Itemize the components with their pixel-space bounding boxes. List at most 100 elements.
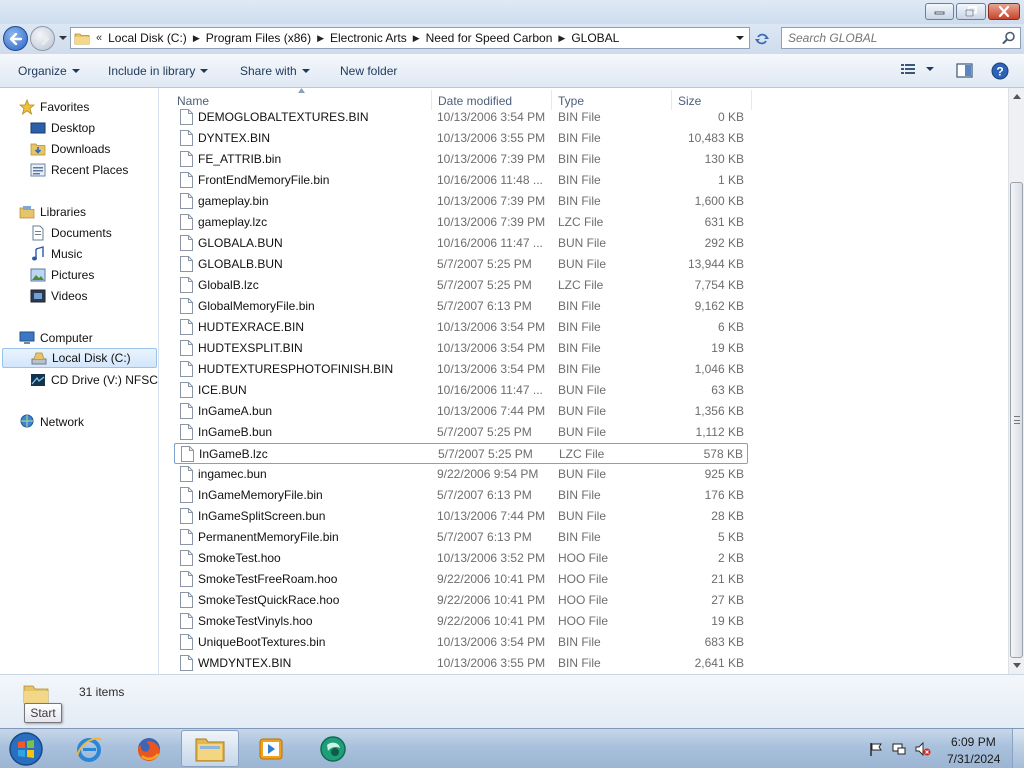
start-button[interactable] [6, 730, 46, 768]
title-bar[interactable] [0, 0, 1024, 24]
file-row[interactable]: GlobalMemoryFile.bin 5/7/2007 6:13 PM BIN … [174, 296, 748, 317]
file-row[interactable]: InGameA.bun 10/13/2006 7:44 PM BUN File 1,3… [174, 401, 748, 422]
nav-favorites[interactable]: Favorites [19, 97, 89, 117]
scrollbar-thumb[interactable] [1010, 182, 1023, 658]
file-row[interactable]: HUDTEXTURESPHOTOFINISH.BIN 10/13/2006 3:5… [174, 359, 748, 380]
volume-muted-icon[interactable] [915, 741, 931, 757]
file-row[interactable]: SmokeTestFreeRoam.hoo 9/22/2006 10:41 PM H… [174, 569, 748, 590]
new-folder-button[interactable]: New folder [340, 64, 397, 78]
app-icon [320, 735, 346, 762]
file-row[interactable]: DEMOGLOBALTEXTURES.BIN 10/13/2006 3:54 PM… [174, 107, 748, 128]
chevron-down-icon[interactable] [926, 67, 934, 71]
column-divider[interactable] [751, 90, 752, 110]
nav-desktop[interactable]: Desktop [30, 118, 95, 138]
nav-recent-places[interactable]: Recent Places [30, 160, 128, 180]
file-date-modified: 10/13/2006 3:55 PM [437, 131, 546, 145]
taskbar-internet-explorer[interactable] [60, 730, 118, 767]
address-history-dropdown-icon[interactable] [733, 31, 747, 45]
file-name: DEMOGLOBALTEXTURES.BIN [198, 110, 369, 124]
column-header-name[interactable]: Name [177, 94, 209, 108]
scroll-up-arrow-icon[interactable] [1013, 94, 1021, 99]
file-row[interactable]: InGameMemoryFile.bin 5/7/2007 6:13 PM BIN … [174, 485, 748, 506]
nav-videos[interactable]: Videos [30, 286, 87, 306]
chevron-right-icon[interactable]: ▶ [413, 33, 420, 44]
file-type: LZC File [559, 447, 605, 461]
breadcrumb-global[interactable]: GLOBAL [565, 31, 625, 45]
preview-pane-button[interactable] [956, 63, 973, 78]
file-row[interactable]: FrontEndMemoryFile.bin 10/16/2006 11:48 .… [174, 170, 748, 191]
file-size: 10,483 KB [687, 131, 744, 145]
vertical-scrollbar[interactable] [1008, 88, 1024, 674]
breadcrumb-electronic-arts[interactable]: Electronic Arts [324, 31, 413, 45]
file-row[interactable]: gameplay.bin 10/13/2006 7:39 PM BIN File 1,… [174, 191, 748, 212]
nav-pictures[interactable]: Pictures [30, 265, 94, 285]
search-input[interactable] [788, 31, 988, 45]
file-icon [180, 214, 193, 230]
show-desktop-button[interactable] [1012, 729, 1024, 768]
scroll-down-arrow-icon[interactable] [1013, 663, 1021, 668]
help-button[interactable]: ? [991, 62, 1009, 80]
file-row[interactable]: InGameB.bun 5/7/2007 5:25 PM BUN File 1,112… [174, 422, 748, 443]
forward-button[interactable] [30, 26, 55, 51]
file-row[interactable]: UniqueBootTextures.bin 10/13/2006 3:54 PM… [174, 632, 748, 653]
column-header-type[interactable]: Type [558, 94, 584, 108]
file-date-modified: 10/13/2006 7:39 PM [437, 194, 546, 208]
file-type: BIN File [558, 530, 601, 544]
file-row[interactable]: InGameB.lzc 5/7/2007 5:25 PM LZC File 578 K… [174, 443, 748, 464]
close-button[interactable] [988, 3, 1020, 20]
nav-cd-drive[interactable]: CD Drive (V:) NFSCA [30, 370, 158, 390]
file-row[interactable]: WMDYNTEX.BIN 10/13/2006 3:55 PM BIN File 2,… [174, 653, 748, 674]
file-row[interactable]: DYNTEX.BIN 10/13/2006 3:55 PM BIN File 10,4… [174, 128, 748, 149]
clock-date[interactable]: 7/31/2024 [947, 752, 1000, 766]
nav-music[interactable]: Music [30, 244, 82, 264]
breadcrumb-program-files[interactable]: Program Files (x86) [200, 31, 317, 45]
file-row[interactable]: HUDTEXRACE.BIN 10/13/2006 3:54 PM BIN File… [174, 317, 748, 338]
file-row[interactable]: HUDTEXSPLIT.BIN 10/13/2006 3:54 PM BIN Fil… [174, 338, 748, 359]
taskbar-media-player[interactable] [242, 730, 300, 767]
search-icon[interactable] [1002, 31, 1016, 45]
nav-libraries[interactable]: Libraries [19, 202, 86, 222]
file-row[interactable]: PermanentMemoryFile.bin 5/7/2007 6:13 PM B… [174, 527, 748, 548]
breadcrumb-nfs-carbon[interactable]: Need for Speed Carbon [420, 31, 559, 45]
back-button[interactable] [3, 26, 28, 51]
breadcrumb-local-disk[interactable]: Local Disk (C:) [102, 31, 193, 45]
column-header-date-modified[interactable]: Date modified [438, 94, 512, 108]
file-row[interactable]: GlobalB.lzc 5/7/2007 5:25 PM LZC File 7,754… [174, 275, 748, 296]
change-view-button[interactable] [900, 62, 934, 76]
minimize-button[interactable] [925, 3, 954, 20]
file-row[interactable]: ICE.BUN 10/16/2006 11:47 ... BUN File 63 KB [174, 380, 748, 401]
address-bar[interactable]: « Local Disk (C:) ▶ Program Files (x86) … [70, 27, 750, 49]
file-row[interactable]: SmokeTestQuickRace.hoo 9/22/2006 10:41 PM… [174, 590, 748, 611]
file-row[interactable]: GLOBALA.BUN 10/16/2006 11:47 ... BUN File 2… [174, 233, 748, 254]
chevron-right-icon[interactable]: ▶ [193, 33, 200, 44]
file-row[interactable]: ingamec.bun 9/22/2006 9:54 PM BUN File 925 … [174, 464, 748, 485]
nav-network[interactable]: Network [19, 412, 84, 432]
nav-documents[interactable]: Documents [30, 223, 112, 243]
search-box[interactable] [781, 27, 1021, 49]
chevron-right-icon[interactable]: ▶ [558, 33, 565, 44]
nav-computer[interactable]: Computer [19, 328, 93, 348]
file-row[interactable]: GLOBALB.BUN 5/7/2007 5:25 PM BUN File 13,94… [174, 254, 748, 275]
taskbar-windows-explorer[interactable] [181, 730, 239, 767]
file-row[interactable]: gameplay.lzc 10/13/2006 7:39 PM LZC File 63… [174, 212, 748, 233]
clock-time[interactable]: 6:09 PM [951, 735, 996, 749]
taskbar-app[interactable] [304, 730, 362, 767]
nav-local-disk[interactable]: Local Disk (C:) [2, 348, 157, 368]
file-row[interactable]: SmokeTestVinyls.hoo 9/22/2006 10:41 PM HOO… [174, 611, 748, 632]
file-list: Name Date modified Type Size DEMOGLOBALT… [160, 88, 1008, 674]
nav-downloads[interactable]: Downloads [30, 139, 110, 159]
organize-button[interactable]: Organize [18, 64, 80, 78]
share-with-button[interactable]: Share with [240, 64, 310, 78]
network-status-icon[interactable] [891, 741, 907, 757]
chevron-right-icon[interactable]: ▶ [317, 33, 324, 44]
restore-button[interactable] [956, 3, 986, 20]
taskbar-firefox[interactable] [120, 730, 178, 767]
file-row[interactable]: FE_ATTRIB.bin 10/13/2006 7:39 PM BIN File 1… [174, 149, 748, 170]
recent-pages-dropdown-icon[interactable] [58, 33, 68, 43]
refresh-button[interactable] [752, 29, 772, 49]
column-header-size[interactable]: Size [678, 94, 701, 108]
include-in-library-button[interactable]: Include in library [108, 64, 209, 78]
file-row[interactable]: InGameSplitScreen.bun 10/13/2006 7:44 PM B… [174, 506, 748, 527]
file-row[interactable]: SmokeTest.hoo 10/13/2006 3:52 PM HOO File 2… [174, 548, 748, 569]
action-center-flag-icon[interactable] [868, 741, 884, 757]
